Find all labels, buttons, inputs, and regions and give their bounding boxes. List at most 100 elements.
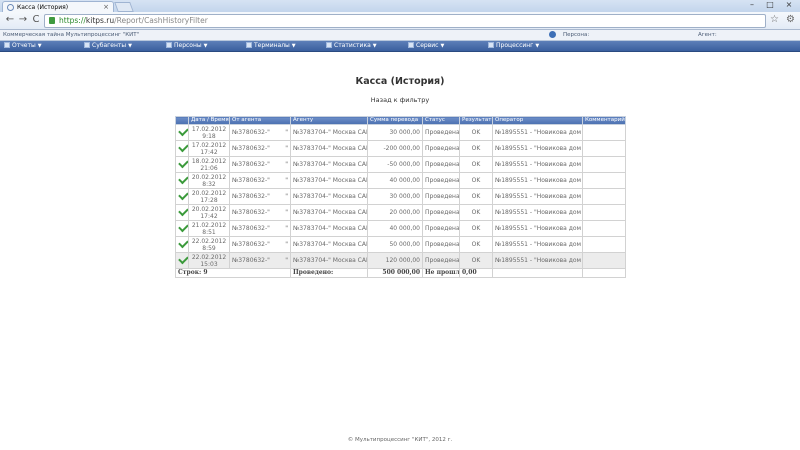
table-footer-row: Строк: 9 Проведено: 500 000,00 Не прошло… (175, 268, 626, 278)
bookmark-star-icon[interactable]: ☆ (770, 14, 779, 26)
datetime-cell: 20.02.2012 17:42 (188, 204, 230, 221)
menu-service[interactable]: Сервис ▼ (408, 41, 444, 51)
main-menu: Отчеты ▼ Субагенты ▼ Персоны ▼ Терминалы ▼ С… (0, 41, 800, 52)
minimize-button[interactable]: – (744, 0, 760, 10)
done-label: Проведено: (290, 268, 368, 278)
lock-icon (49, 17, 55, 24)
result-cell: OK (459, 252, 493, 269)
chevron-down-icon: ▼ (203, 43, 208, 49)
datetime-cell: 17.02.2012 9:18 (188, 124, 230, 141)
processing-icon (488, 42, 494, 48)
chevron-down-icon: ▼ (128, 43, 132, 49)
from-agent-cell: №3780632-" " (229, 236, 291, 253)
app-info-bar: Коммерческая тайна Мультипроцессинг "КИТ… (0, 30, 800, 41)
status-check-icon (175, 124, 189, 141)
from-agent-cell: №3780632-" " (229, 172, 291, 189)
table-row[interactable]: 22.02.2012 8:59 №3780632-" " №3783704-" Моск… (175, 236, 626, 253)
failed-total: 0,00 (459, 268, 493, 278)
cash-history-table: Дата / Время От агента Агенту Сумма пере… (175, 116, 626, 278)
operator-cell: №1895551 - "Новикова дом " (492, 172, 583, 189)
status-check-icon (175, 252, 189, 269)
status-check-icon (175, 172, 189, 189)
table-row[interactable]: 18.02.2012 21:06 №3780632-" " №3783704-" Мос… (175, 156, 626, 173)
terminals-icon (246, 42, 252, 48)
status-cell: Проведена (422, 124, 460, 141)
menu-persons[interactable]: Персоны ▼ (166, 41, 208, 51)
status-check-icon (175, 156, 189, 173)
comment-cell (582, 140, 626, 157)
table-row[interactable]: 17.02.2012 17:42 №3780632-" " №3783704-" Мос… (175, 140, 626, 157)
column-header[interactable]: Агенту (290, 116, 368, 125)
datetime-cell: 22.02.2012 8:59 (188, 236, 230, 253)
chevron-down-icon: ▼ (291, 43, 296, 49)
result-cell: OK (459, 124, 493, 141)
table-row[interactable]: 22.02.2012 15:03 №3780632-" " №3783704-" Мос… (175, 252, 626, 269)
operator-cell: №1895551 - "Новикова дом " (492, 124, 583, 141)
comment-cell (582, 172, 626, 189)
column-header[interactable]: Сумма перевода (367, 116, 423, 125)
column-header[interactable]: Результат (459, 116, 493, 125)
table-row[interactable]: 17.02.2012 9:18 №3780632-" " №3783704-" Моск… (175, 124, 626, 141)
menu-reports[interactable]: Отчеты ▼ (4, 41, 42, 51)
table-row[interactable]: 20.02.2012 17:28 №3780632-" " №3783704-" Мос… (175, 188, 626, 205)
close-window-button[interactable]: × (781, 0, 797, 10)
amount-cell: 20 000,00 (367, 204, 423, 221)
table-row[interactable]: 20.02.2012 8:32 №3780632-" " №3783704-" Моск… (175, 172, 626, 189)
address-bar[interactable]: https://kitps.ru/Report/CashHistoryFilte… (44, 14, 766, 28)
result-cell: OK (459, 204, 493, 221)
menu-terminals[interactable]: Терминалы ▼ (246, 41, 296, 51)
status-cell: Проведена (422, 172, 460, 189)
amount-cell: -200 000,00 (367, 140, 423, 157)
person-label: Персона: (563, 32, 590, 38)
chevron-down-icon: ▼ (372, 43, 377, 49)
operator-cell: №1895551 - "Новикова дом " (492, 188, 583, 205)
table-row[interactable]: 20.02.2012 17:42 №3780632-" " №3783704-" Мос… (175, 204, 626, 221)
amount-cell: 120 000,00 (367, 252, 423, 269)
column-header[interactable]: От агента (229, 116, 291, 125)
operator-cell: №1895551 - "Новикова дом " (492, 220, 583, 237)
to-agent-cell: №3783704-" Москва САВ" (290, 156, 368, 173)
menu-subagents[interactable]: Субагенты ▼ (84, 41, 132, 51)
agent-label: Агент: (698, 32, 717, 38)
settings-wrench-icon[interactable]: ⚙ (786, 14, 795, 26)
comment-cell (582, 252, 626, 269)
from-agent-cell: №3780632-" " (229, 124, 291, 141)
operator-cell: №1895551 - "Новикова дом " (492, 156, 583, 173)
back-to-filter-link[interactable]: Назад к фильтру (0, 96, 800, 104)
from-agent-cell: №3780632-" " (229, 156, 291, 173)
comment-cell (582, 188, 626, 205)
status-cell: Проведена (422, 188, 460, 205)
column-header[interactable]: Дата / Время (188, 116, 230, 125)
menu-processing[interactable]: Процессинг ▼ (488, 41, 539, 51)
to-agent-cell: №3783704-" Москва САВ" (290, 188, 368, 205)
from-agent-cell: №3780632-" " (229, 140, 291, 157)
amount-cell: 40 000,00 (367, 172, 423, 189)
status-check-icon (175, 204, 189, 221)
operator-cell: №1895551 - "Новикова дом " (492, 252, 583, 269)
menu-statistics[interactable]: Статистика ▼ (326, 41, 377, 51)
status-cell: Проведена (422, 236, 460, 253)
new-tab-button[interactable] (114, 2, 134, 12)
datetime-cell: 20.02.2012 8:32 (188, 172, 230, 189)
company-notice: Коммерческая тайна Мультипроцессинг "КИТ… (3, 32, 140, 38)
datetime-cell: 21.02.2012 8:51 (188, 220, 230, 237)
column-header[interactable] (175, 116, 189, 125)
maximize-button[interactable]: □ (762, 0, 778, 10)
status-cell: Проведена (422, 204, 460, 221)
datetime-cell: 22.02.2012 15:03 (188, 252, 230, 269)
result-cell: OK (459, 172, 493, 189)
table-row[interactable]: 21.02.2012 8:51 №3780632-" " №3783704-" Моск… (175, 220, 626, 237)
status-cell: Проведена (422, 156, 460, 173)
to-agent-cell: №3783704-" Москва САВ" (290, 172, 368, 189)
datetime-cell: 18.02.2012 21:06 (188, 156, 230, 173)
column-header[interactable]: Комментарий (582, 116, 626, 125)
forward-arrow-icon[interactable]: → (17, 14, 29, 26)
back-arrow-icon[interactable]: ← (4, 14, 16, 26)
result-cell: OK (459, 220, 493, 237)
column-header[interactable]: Оператор (492, 116, 583, 125)
reload-icon[interactable]: C (30, 14, 42, 26)
persons-icon (166, 42, 172, 48)
to-agent-cell: №3783704-" Москва САВ" (290, 204, 368, 221)
column-header[interactable]: Статус (422, 116, 460, 125)
rows-count: Строк: 9 (175, 268, 291, 278)
